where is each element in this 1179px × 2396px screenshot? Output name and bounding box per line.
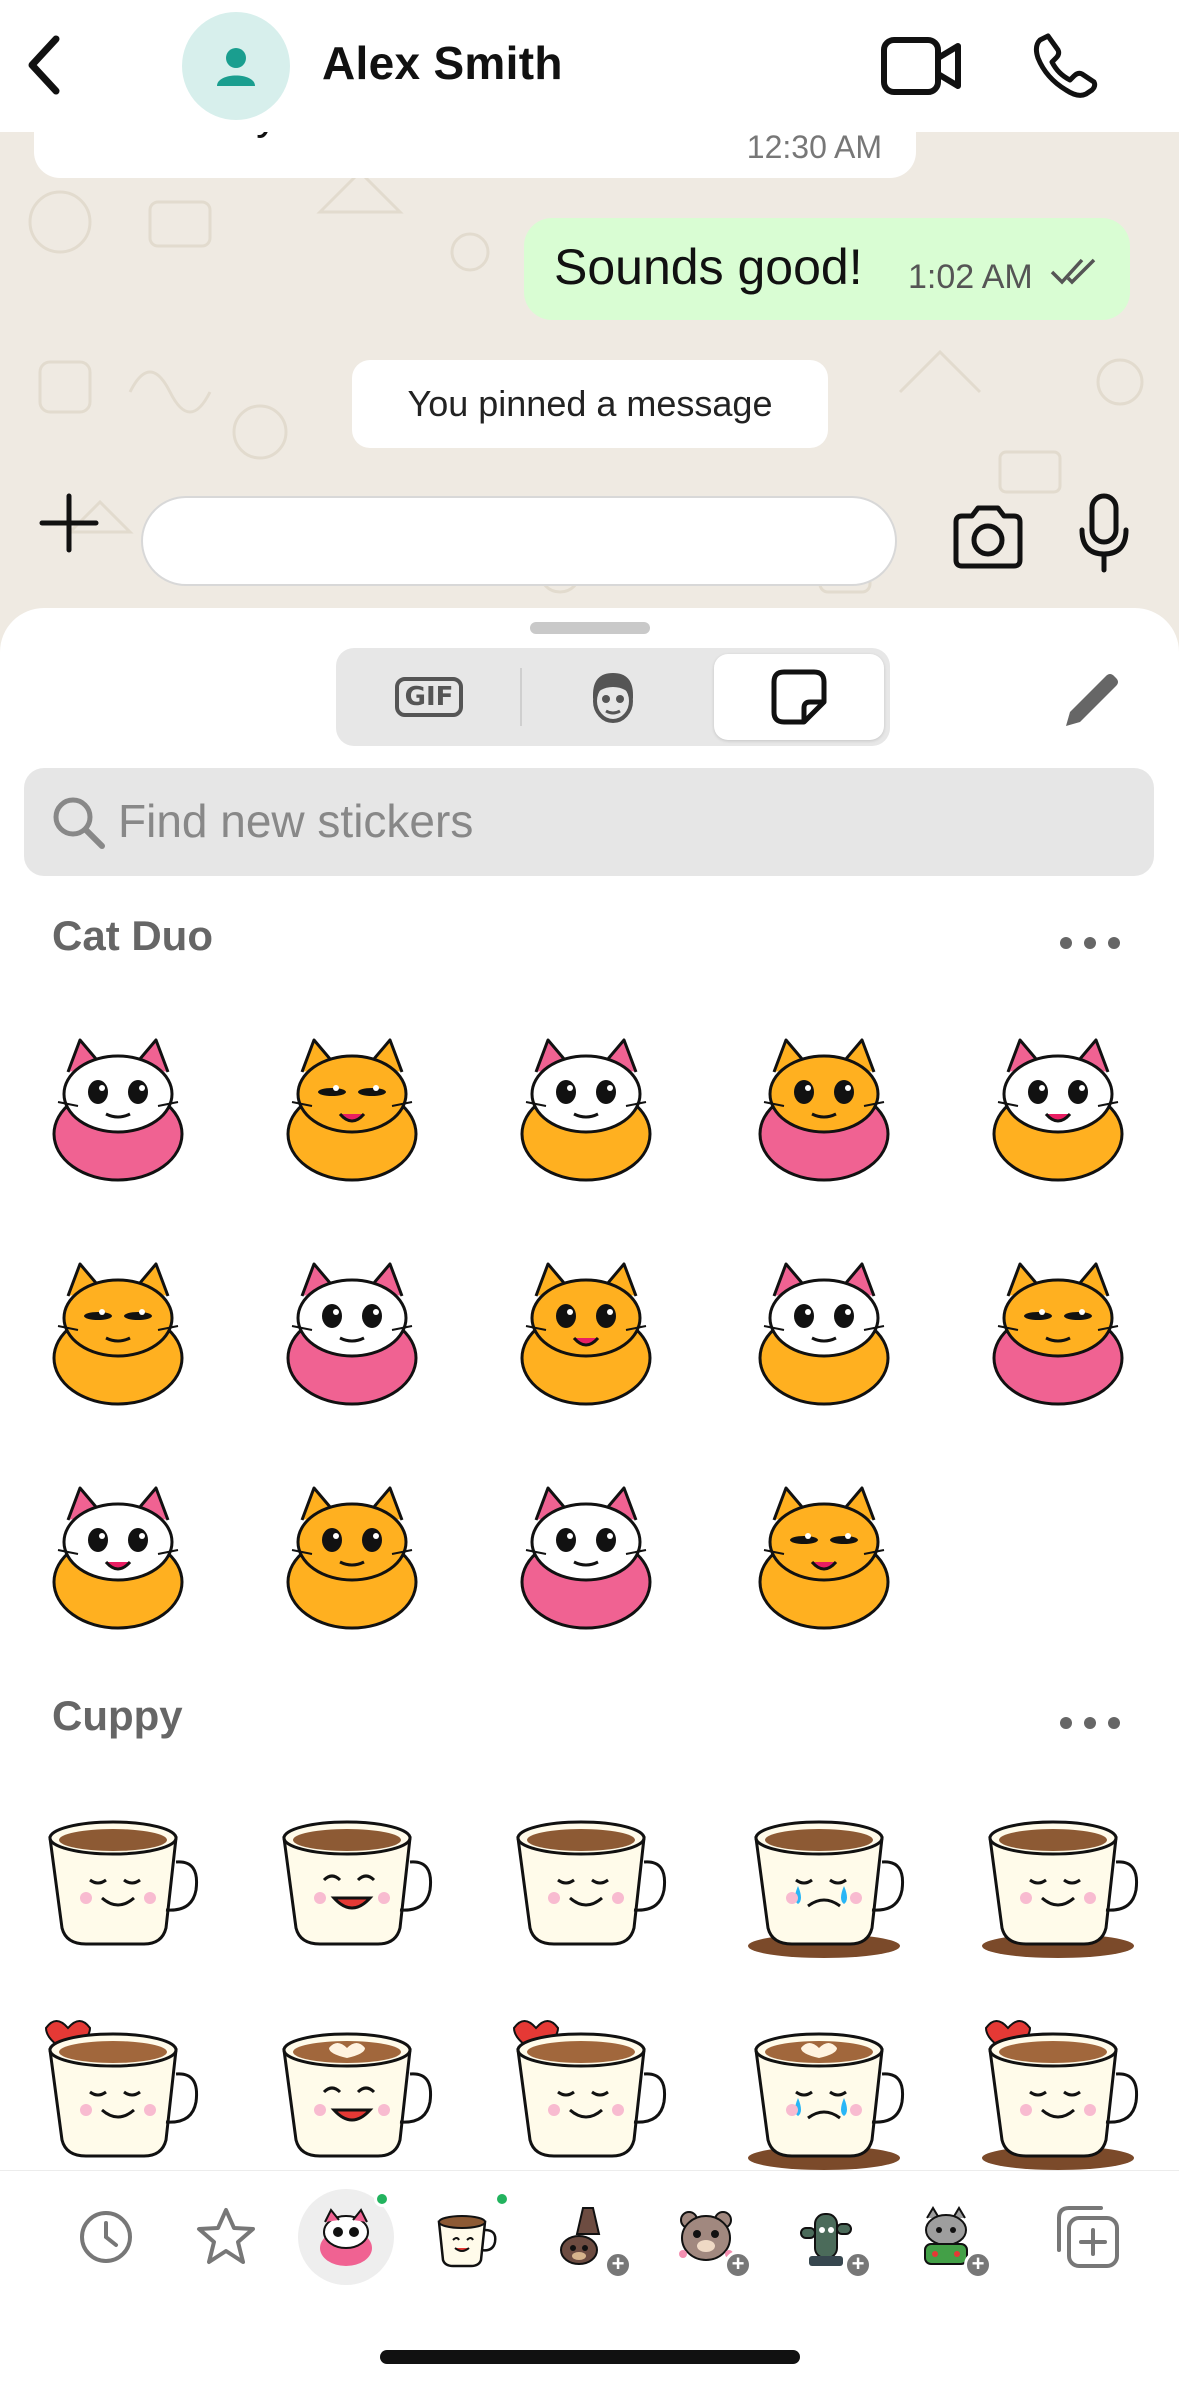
more-icon <box>1060 1717 1072 1729</box>
message-input[interactable] <box>141 496 897 586</box>
pack-title-cat-duo: Cat Duo <box>52 912 213 959</box>
add-pack-icon: + <box>964 2251 992 2279</box>
cuppy-pack-icon <box>437 2215 497 2268</box>
chat-area: whole day. 12:30 AM Sounds good! 1:02 AM… <box>0 132 1179 610</box>
star-icon <box>197 2208 255 2264</box>
cuppy-sticker[interactable] <box>968 1786 1148 1966</box>
pack-title-cuppy: Cuppy <box>52 1692 183 1739</box>
cuppy-sticker[interactable] <box>262 1786 442 1966</box>
tab-avatar[interactable] <box>526 654 700 740</box>
pack-more-button[interactable] <box>1060 1708 1120 1738</box>
cat-duo-sticker[interactable] <box>496 1464 676 1644</box>
sticker-tray: GIF Find new stickers Cat Duo Cuppy + + … <box>0 608 1179 2396</box>
cat-duo-sticker[interactable] <box>734 1016 914 1196</box>
system-message: You pinned a message <box>352 360 828 448</box>
cat-duo-sticker[interactable] <box>968 1240 1148 1420</box>
video-camera-icon <box>881 37 961 95</box>
pack-more-button[interactable] <box>1060 928 1120 958</box>
cuppy-sticker[interactable] <box>28 1786 208 1966</box>
bear-2-pack-tab[interactable]: + <box>658 2189 754 2285</box>
sticker-search[interactable]: Find new stickers <box>24 768 1154 876</box>
back-button[interactable] <box>20 30 68 100</box>
recent-icon <box>80 2211 132 2263</box>
outgoing-message[interactable]: Sounds good! 1:02 AM <box>524 218 1130 320</box>
chat-header: Alex Smith <box>0 0 1179 132</box>
new-indicator <box>494 2191 510 2207</box>
more-icon <box>1108 1717 1120 1729</box>
cuppy-sticker[interactable] <box>496 1786 676 1966</box>
tab-stickers[interactable] <box>714 654 884 740</box>
person-icon <box>217 48 255 86</box>
cat-duo-pack-tab[interactable] <box>298 2189 394 2285</box>
cat-duo-sticker[interactable] <box>28 1016 208 1196</box>
cuppy-sticker[interactable] <box>28 1998 208 2178</box>
cat-duo-sticker[interactable] <box>262 1016 442 1196</box>
tab-gif[interactable]: GIF <box>342 654 516 740</box>
add-pack-icon: + <box>604 2251 632 2279</box>
drag-handle[interactable] <box>530 622 650 634</box>
microphone-icon <box>1079 493 1129 573</box>
cuppy-sticker[interactable] <box>734 1998 914 2178</box>
contact-name[interactable]: Alex Smith <box>322 36 563 90</box>
sticker-pack-bar: + + + + <box>0 2170 1179 2300</box>
plus-icon <box>39 493 99 553</box>
pencil-icon <box>1066 674 1118 726</box>
cat-duo-pack-icon <box>320 2208 372 2266</box>
read-receipt-icon <box>1050 258 1096 285</box>
camera-icon <box>953 505 1023 569</box>
message-time: 12:30 AM <box>746 132 882 165</box>
cat-gamer-pack-tab[interactable]: + <box>898 2189 994 2285</box>
message-time: 1:02 AM <box>908 258 1033 296</box>
cuppy-sticker[interactable] <box>496 1998 676 2178</box>
cat-duo-sticker[interactable] <box>496 1016 676 1196</box>
camera-button[interactable] <box>950 502 1026 572</box>
search-icon <box>53 797 105 849</box>
add-pack-icon: + <box>724 2251 752 2279</box>
cuppy-sticker[interactable] <box>262 1998 442 2178</box>
incoming-message[interactable]: whole day. 12:30 AM <box>34 132 916 178</box>
phone-icon <box>1033 33 1098 98</box>
more-icon <box>1084 937 1096 949</box>
cat-duo-sticker[interactable] <box>28 1240 208 1420</box>
new-indicator <box>374 2191 390 2207</box>
chevron-left-icon <box>28 35 60 95</box>
avatar[interactable] <box>182 12 290 120</box>
attach-button[interactable] <box>36 490 102 556</box>
cactus-pack-tab[interactable]: + <box>778 2189 874 2285</box>
add-sticker-button[interactable] <box>1040 2189 1136 2285</box>
message-text: Sounds good! <box>554 239 863 295</box>
cuppy-sticker[interactable] <box>968 1998 1148 2178</box>
edit-stickers-button[interactable] <box>1058 668 1124 734</box>
tab-divider <box>520 668 522 726</box>
microphone-button[interactable] <box>1074 492 1134 576</box>
cat-duo-sticker[interactable] <box>734 1240 914 1420</box>
cat-duo-sticker[interactable] <box>968 1016 1148 1196</box>
add-sticker-icon <box>1057 2206 1119 2268</box>
cat-duo-sticker[interactable] <box>262 1240 442 1420</box>
cuppy-sticker[interactable] <box>734 1786 914 1966</box>
message-text: whole day. <box>80 132 287 140</box>
cat-duo-sticker[interactable] <box>496 1240 676 1420</box>
more-icon <box>1084 1717 1096 1729</box>
voice-call-button[interactable] <box>1030 30 1100 100</box>
avatar-face-icon <box>593 673 633 723</box>
gif-icon: GIF <box>394 677 464 717</box>
video-call-button[interactable] <box>880 34 964 98</box>
bear-pack-tab[interactable]: + <box>538 2189 634 2285</box>
sticker-icon <box>771 669 827 725</box>
cat-duo-sticker[interactable] <box>262 1464 442 1644</box>
recent-stickers-tab[interactable] <box>58 2189 154 2285</box>
tray-tab-selector: GIF <box>336 648 890 746</box>
home-indicator <box>380 2350 800 2364</box>
search-placeholder: Find new stickers <box>118 795 474 847</box>
cat-duo-sticker[interactable] <box>28 1464 208 1644</box>
cuppy-pack-tab[interactable] <box>418 2189 514 2285</box>
more-icon <box>1108 937 1120 949</box>
more-icon <box>1060 937 1072 949</box>
add-pack-icon: + <box>844 2251 872 2279</box>
favorite-stickers-tab[interactable] <box>178 2189 274 2285</box>
cat-duo-sticker[interactable] <box>734 1464 914 1644</box>
